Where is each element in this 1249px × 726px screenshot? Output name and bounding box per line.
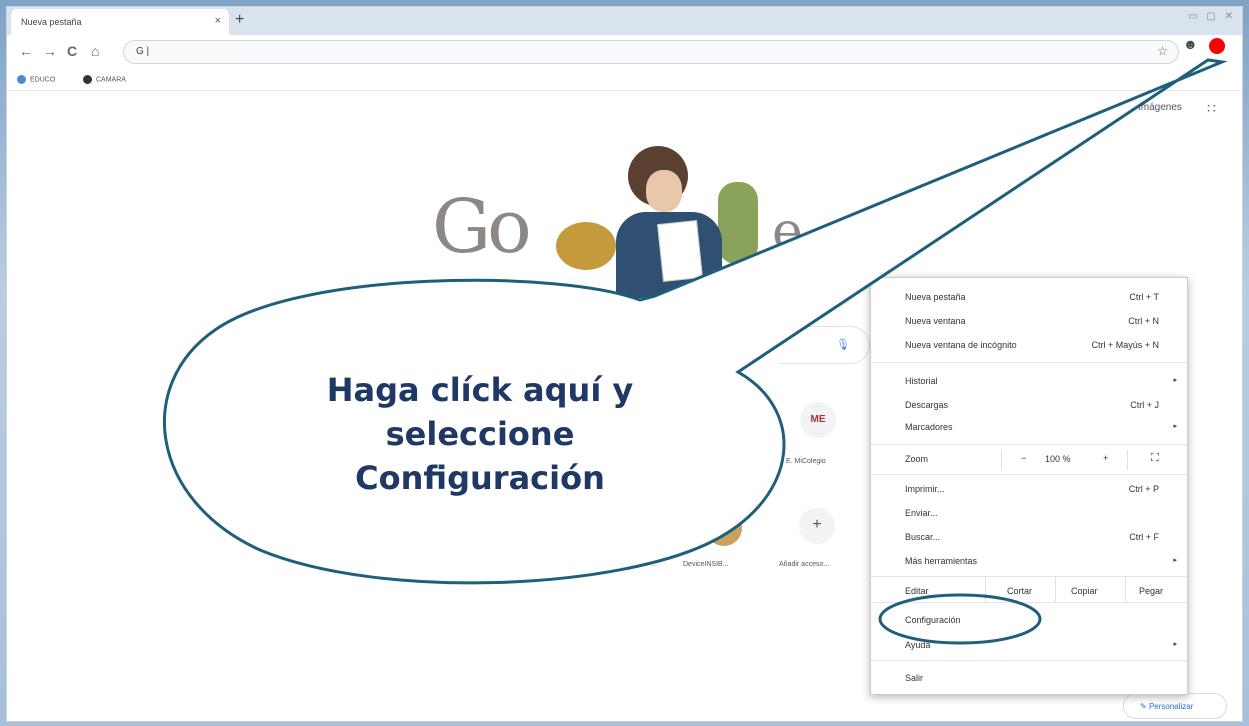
pencil-icon: ✎ [1140,702,1149,711]
bookmark-educo[interactable]: EDUCO [17,75,55,84]
menu-item-new-tab[interactable]: Nueva pestaña [905,292,966,302]
shortcut-micolegio-label: E. MiColegio [786,458,826,465]
menu-item-incognito[interactable]: Nueva ventana de incógnito [905,340,1017,350]
menu-divider [871,602,1187,603]
zoom-out-button[interactable]: − [1021,453,1026,463]
menu-divider [871,660,1187,661]
menu-divider [871,444,1187,445]
paste-button[interactable]: Pegar [1139,586,1163,596]
callout-line-3: Configuración [355,459,605,497]
menu-item-cast[interactable]: Enviar... [905,508,938,518]
add-shortcut-label: Añadir acceso... [779,561,830,568]
menu-item-print[interactable]: Imprimir... [905,484,945,494]
google-logo: Go [432,184,532,270]
menu-item-exit[interactable]: Salir [905,673,923,683]
copy-button[interactable]: Copiar [1071,586,1098,596]
tab-title: Nueva pestaña [21,17,82,27]
address-bar-value: G | [136,46,150,57]
shortcut-device-label: DeviceINSIB... [683,561,729,568]
shortcut-new-tab: Ctrl + T [1129,292,1159,302]
menu-item-downloads[interactable]: Descargas [905,400,948,410]
toolbar: ← → C ⌂ G | ☆ [7,35,1242,69]
doodle-figure [718,182,758,264]
forward-arrow-icon[interactable]: → [43,43,57,59]
images-link[interactable]: Imágenes [1138,102,1182,113]
shortcut-device-icon[interactable] [706,510,742,546]
zoom-in-button[interactable]: + [1103,453,1108,463]
shortcut-downloads: Ctrl + J [1130,400,1159,410]
profile-icon[interactable]: ☻ [1183,36,1198,52]
back-arrow-icon[interactable]: ← [19,43,33,59]
bookmark-camara[interactable]: CAMARA [83,75,126,84]
tab-new-tab[interactable]: Nueva pestaña × [11,9,229,35]
reload-icon[interactable]: C [67,43,77,59]
menu-item-zoom: Zoom [905,454,929,464]
menu-item-bookmarks[interactable]: Marcadores [905,422,953,432]
menu-divider [871,474,1187,475]
new-tab-button[interactable]: + [235,11,244,29]
menu-item-new-window[interactable]: Nueva ventana [905,316,966,326]
shortcut-partial-label: .. [652,561,656,568]
globe-icon [83,75,92,84]
menu-item-find[interactable]: Buscar... [905,532,940,542]
bookmarks-bar: EDUCO CAMARA [7,69,1242,91]
doodle-ballot-bag [556,222,616,270]
home-icon[interactable]: ⌂ [91,43,99,59]
doodle-paper [657,220,703,282]
callout-line-1: Haga clíck aquí y [326,371,634,409]
menu-item-edit: Editar [905,586,929,596]
microphone-icon[interactable]: 🎙 [836,338,850,351]
shortcut-incognito: Ctrl + Mayús + N [1091,340,1159,350]
google-logo-tail: e [772,202,803,262]
callout-line-2: seleccione [385,415,575,453]
shortcut-new-window: Ctrl + N [1128,316,1159,326]
menu-item-history[interactable]: Historial [905,376,938,386]
cut-button[interactable]: Cortar [1007,586,1032,596]
callout-text: Haga clíck aquí y seleccione Configuraci… [288,368,672,500]
menu-item-settings[interactable]: Configuración [905,615,961,625]
submenu-arrow-icon: ▸ [1173,641,1177,648]
add-shortcut-icon[interactable]: + [799,508,835,544]
submenu-arrow-icon: ▸ [1173,377,1177,384]
apps-grid-icon[interactable]: ∷ [1207,100,1216,117]
chrome-menu-button-highlight[interactable] [1209,38,1225,54]
menu-item-help[interactable]: Ayuda [905,640,930,650]
chrome-menu: Nueva pestaña Ctrl + T Nueva ventana Ctr… [870,277,1188,695]
star-icon[interactable]: ☆ [1157,44,1168,58]
shortcut-find: Ctrl + F [1129,532,1159,542]
educo-icon [17,75,26,84]
tab-strip: Nueva pestaña × + ▭ ▢ ✕ [7,7,1242,35]
zoom-value: 100 % [1045,454,1071,464]
doodle-face [646,170,682,212]
shortcut-micolegio-icon[interactable]: ME [800,402,836,438]
window-controls[interactable]: ▭ ▢ ✕ [1188,11,1236,22]
menu-item-more-tools[interactable]: Más herramientas [905,556,977,566]
close-icon[interactable]: × [215,15,221,27]
shortcut-print: Ctrl + P [1128,484,1159,494]
search-box[interactable] [780,326,870,364]
address-bar[interactable]: G | ☆ [123,40,1179,64]
menu-divider [871,362,1187,363]
fullscreen-icon[interactable]: ⛶ [1151,452,1159,465]
gmail-link[interactable]: r [1123,102,1126,113]
submenu-arrow-icon: ▸ [1173,423,1177,430]
personalize-button[interactable]: ✎ Personalizar [1123,693,1227,719]
submenu-arrow-icon: ▸ [1173,557,1177,564]
